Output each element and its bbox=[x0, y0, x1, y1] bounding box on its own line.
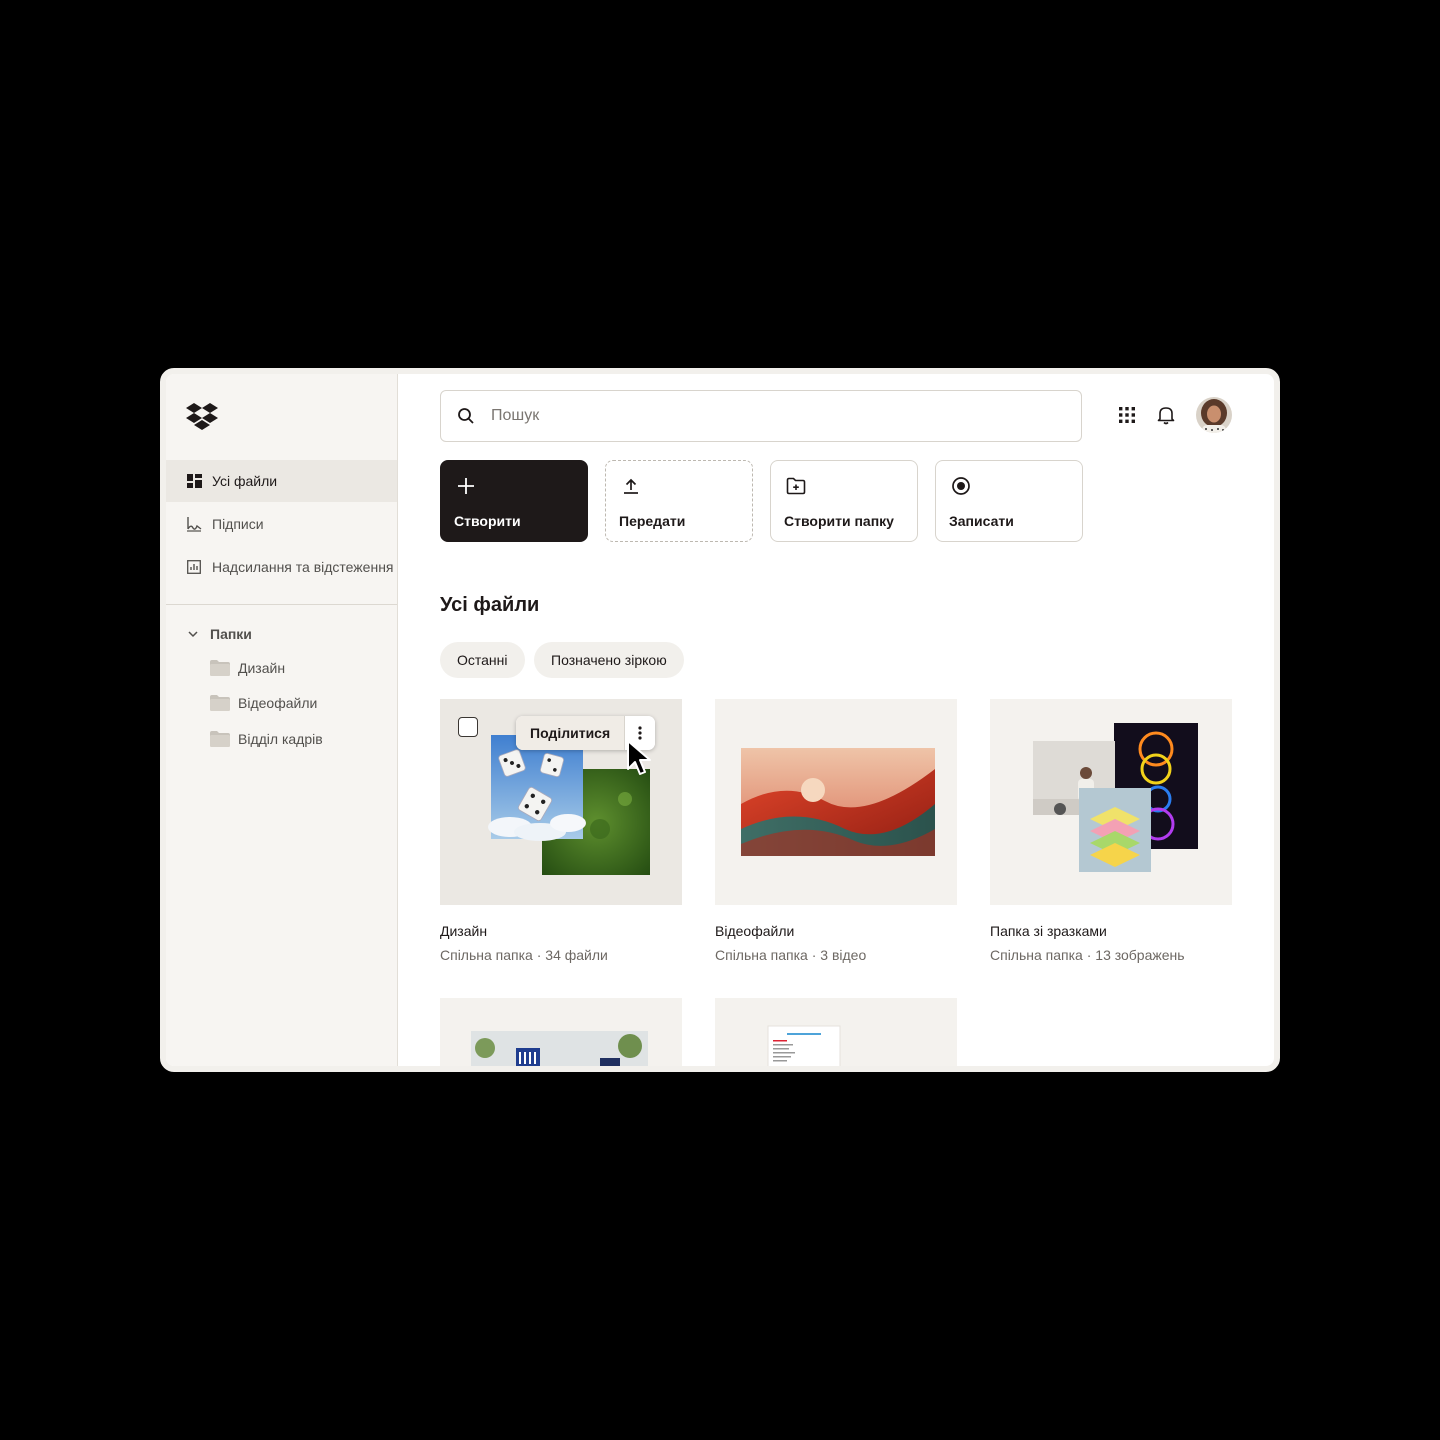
folder-label: Відеофайли bbox=[238, 695, 318, 711]
abstract-waves-image bbox=[741, 748, 935, 856]
dropbox-logo-icon[interactable] bbox=[186, 402, 218, 432]
search-input[interactable] bbox=[489, 406, 1053, 426]
folders-toggle[interactable]: Папки bbox=[186, 626, 252, 642]
chip-recent[interactable]: Останні bbox=[440, 642, 525, 678]
new-folder-icon bbox=[785, 475, 807, 497]
sidebar-item-send-track[interactable]: Надсилання та відстеження bbox=[166, 546, 397, 588]
bell-icon[interactable] bbox=[1155, 404, 1177, 426]
folder-thumbnail: Поділитися bbox=[440, 699, 682, 905]
signature-icon bbox=[186, 516, 202, 532]
folder-icon bbox=[210, 731, 230, 747]
all-files-icon bbox=[186, 473, 202, 489]
folders-heading: Папки bbox=[210, 626, 252, 642]
folder-thumbnail bbox=[440, 998, 682, 1066]
share-button[interactable]: Поділитися bbox=[516, 716, 625, 750]
card-subtitle: Спільна папка · 13 зображень bbox=[990, 947, 1185, 963]
create-label: Створити bbox=[454, 513, 521, 529]
create-folder-label: Створити папку bbox=[784, 513, 894, 529]
sidebar-item-label: Надсилання та відстеження bbox=[212, 559, 394, 575]
card-title: Дизайн bbox=[440, 923, 488, 939]
card-subtitle: Спільна папка · 3 відео bbox=[715, 947, 867, 963]
app-window: Усі файли Підписи Надсилання та відстеже… bbox=[160, 368, 1280, 1072]
folder-thumbnail bbox=[715, 699, 957, 905]
sidebar-item-all-files[interactable]: Усі файли bbox=[166, 460, 397, 502]
sidebar-divider bbox=[166, 604, 397, 605]
folder-card-videos[interactable]: Відеофайли Спільна папка · 3 відео bbox=[715, 699, 957, 963]
apps-grid-icon[interactable] bbox=[1116, 404, 1138, 426]
samples-collage-image bbox=[1033, 723, 1198, 872]
avatar[interactable] bbox=[1196, 397, 1232, 433]
folder-item-hr[interactable]: Відділ кадрів bbox=[210, 731, 323, 747]
create-button[interactable]: Створити bbox=[440, 460, 588, 542]
folder-card-partial[interactable] bbox=[440, 998, 682, 1066]
upload-icon bbox=[620, 475, 642, 497]
section-title: Усі файли bbox=[440, 594, 540, 616]
chevron-down-icon bbox=[188, 631, 198, 638]
folder-label: Дизайн bbox=[238, 660, 286, 676]
checkbox-icon[interactable] bbox=[458, 717, 478, 737]
search-bar[interactable] bbox=[440, 390, 1082, 442]
folder-item-videos[interactable]: Відеофайли bbox=[210, 695, 317, 711]
record-button[interactable]: Записати bbox=[935, 460, 1083, 542]
record-label: Записати bbox=[949, 513, 1014, 529]
main-content: Створити Передати Створити папку Записат… bbox=[398, 374, 1274, 1066]
sidebar-item-label: Усі файли bbox=[212, 473, 278, 489]
folder-icon bbox=[210, 695, 230, 711]
card-title: Папка зі зразками bbox=[990, 923, 1107, 939]
plus-icon bbox=[455, 475, 477, 497]
create-folder-button[interactable]: Створити папку bbox=[770, 460, 918, 542]
folder-item-design[interactable]: Дизайн bbox=[210, 660, 285, 676]
folder-card-partial[interactable] bbox=[715, 998, 957, 1066]
folder-card-samples[interactable]: Папка зі зразками Спільна папка · 13 зоб… bbox=[990, 699, 1232, 963]
folder-thumbnail bbox=[715, 998, 957, 1066]
mouse-pointer-icon bbox=[627, 740, 651, 775]
folder-label: Відділ кадрів bbox=[238, 731, 323, 747]
upload-button[interactable]: Передати bbox=[605, 460, 753, 542]
record-icon bbox=[950, 475, 972, 497]
card-subtitle: Спільна папка · 34 файли bbox=[440, 947, 608, 963]
upload-label: Передати bbox=[619, 513, 686, 529]
folder-icon bbox=[210, 660, 230, 676]
building-image bbox=[471, 1031, 648, 1066]
chip-starred[interactable]: Позначено зіркою bbox=[534, 642, 684, 678]
folder-card-design[interactable]: Поділитися Дизайн Спільна папка · 34 фай… bbox=[440, 699, 682, 963]
search-icon bbox=[458, 408, 474, 424]
sidebar: Усі файли Підписи Надсилання та відстеже… bbox=[166, 374, 398, 1066]
sidebar-item-label: Підписи bbox=[212, 516, 264, 532]
folder-thumbnail bbox=[990, 699, 1232, 905]
chart-icon bbox=[186, 559, 202, 575]
sidebar-item-signatures[interactable]: Підписи bbox=[166, 503, 397, 545]
document-image bbox=[767, 1025, 841, 1066]
card-title: Відеофайли bbox=[715, 923, 795, 939]
